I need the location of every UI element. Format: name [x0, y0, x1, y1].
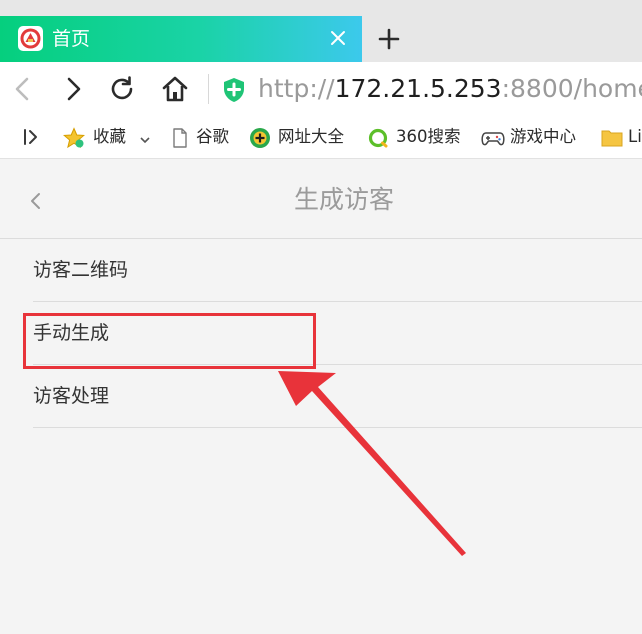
bookmark-label: 360搜索: [396, 127, 461, 146]
sidebar-toggle-icon[interactable]: [20, 125, 42, 149]
url-scheme: http://: [258, 74, 335, 103]
page-content: 生成访客 访客二维码 手动生成 访客处理: [0, 159, 642, 634]
forward-arrow-icon[interactable]: [58, 74, 88, 104]
bookmark-label: 网址大全: [278, 127, 344, 146]
gamepad-icon: [481, 127, 505, 149]
url-host: 172.21.5.253: [334, 74, 502, 103]
search-ring-icon: [367, 127, 389, 149]
bookmark-favorites[interactable]: 收藏: [62, 125, 153, 150]
page-title: 生成访客: [293, 185, 394, 214]
chevron-down-icon: [139, 131, 151, 150]
bookmark-360-search[interactable]: 360搜索: [367, 125, 471, 149]
folder-icon: [601, 127, 623, 149]
back-arrow-icon[interactable]: [8, 74, 38, 104]
bookmark-game-center[interactable]: 游戏中心: [481, 125, 589, 149]
highlight-box: [23, 313, 316, 369]
menu-item-label: 访客二维码: [33, 259, 129, 281]
new-tab-plus-icon[interactable]: [374, 24, 404, 54]
tab-strip: 首页: [0, 0, 642, 62]
url-rest: :8800/home/ba: [501, 74, 642, 103]
home-icon[interactable]: [160, 74, 190, 104]
bookmark-directory[interactable]: 网址大全: [249, 125, 357, 149]
bookmarks-bar: 收藏 谷歌 网址大全 360搜索 游戏中心 Li: [0, 117, 642, 159]
address-bar-url[interactable]: http://172.21.5.253:8800/home/ba: [258, 72, 642, 106]
browser-window: 首页 http://172.21.5.253:8800/hom 收藏 谷歌 网址…: [0, 0, 642, 634]
bookmark-label: 谷歌: [196, 127, 229, 146]
bookmark-label: Li: [628, 127, 642, 146]
menu-item-visitor-qrcode[interactable]: 访客二维码: [33, 239, 642, 302]
security-shield-icon[interactable]: [222, 77, 246, 103]
menu-item-visitor-processing[interactable]: 访客处理: [33, 365, 642, 428]
bookmark-label: 游戏中心: [510, 127, 576, 146]
tab-home[interactable]: 首页: [0, 16, 362, 62]
bookmark-label: 收藏: [93, 127, 126, 146]
bookmark-google[interactable]: 谷歌: [169, 125, 239, 149]
navigation-bar: http://172.21.5.253:8800/home/ba: [0, 62, 642, 117]
tab-title: 首页: [52, 28, 91, 50]
close-icon[interactable]: [326, 26, 350, 50]
star-icon: [62, 127, 86, 149]
site-logo-icon: [18, 26, 43, 51]
bookmark-folder[interactable]: Li: [601, 125, 642, 149]
reload-icon[interactable]: [107, 74, 137, 104]
plus-circle-icon: [249, 127, 271, 149]
page-icon: [169, 127, 191, 149]
menu-item-label: 访客处理: [33, 385, 110, 407]
toolbar-divider: [208, 74, 209, 104]
page-header: 生成访客: [0, 159, 642, 239]
